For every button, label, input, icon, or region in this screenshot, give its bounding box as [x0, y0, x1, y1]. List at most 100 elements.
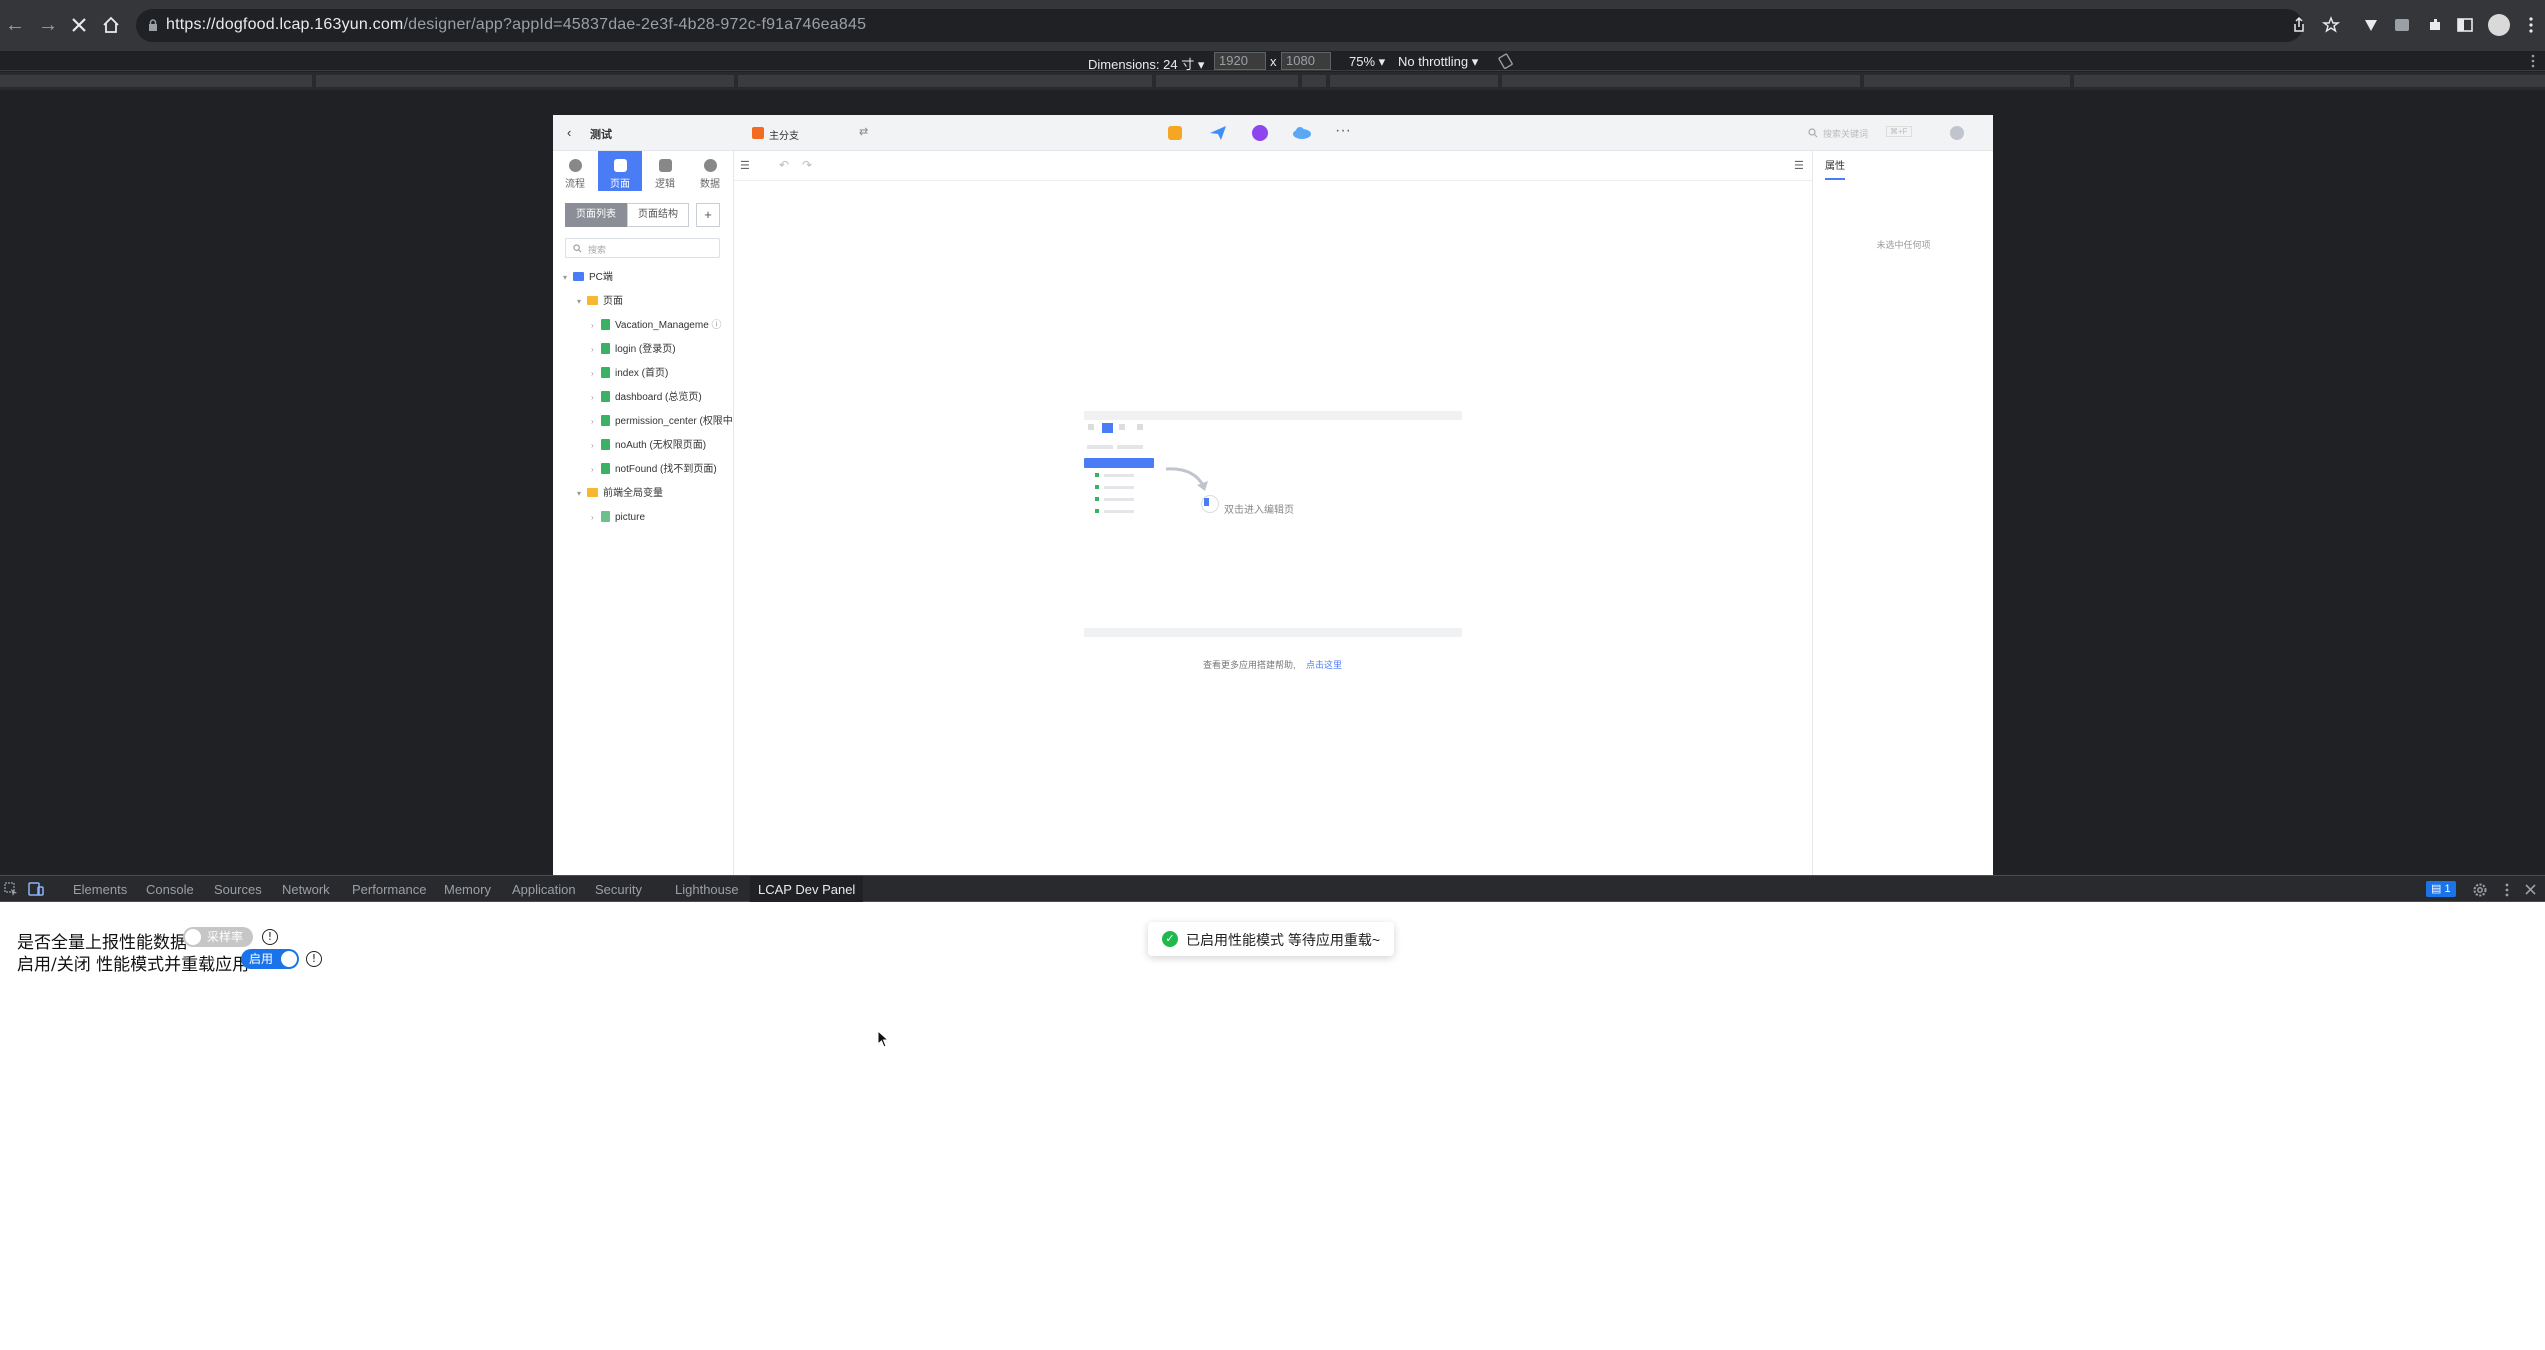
tab-page-structure[interactable]: 页面结构: [627, 203, 689, 227]
ide-sidebar: 流程 页面 逻辑 数据 页面列表 页面结构 + 搜索 ▾ PC端 ▾ 页面 › Vac…: [553, 151, 734, 875]
devtools-tabbar: Elements Console Sources Network Perform…: [0, 875, 2545, 902]
tab-network[interactable]: Network: [282, 882, 330, 897]
illustration-selected-row: [1084, 458, 1154, 468]
viewport-width-input[interactable]: 1920: [1214, 52, 1266, 70]
full-report-toggle[interactable]: 采样率: [183, 927, 253, 947]
canvas-toolbar: ☰ ↶ ↷ ☰: [734, 151, 1812, 181]
help-icon[interactable]: [1950, 126, 1964, 140]
tab-performance[interactable]: Performance: [352, 882, 426, 897]
undo-icon[interactable]: ↶: [779, 158, 789, 172]
tree-node-pc[interactable]: ▾ PC端: [563, 268, 613, 288]
ide-header: ‹ 测试 主分支 ⇄ ··· 搜索关键词 ⌘+F: [553, 115, 1993, 151]
deploy-plane-icon[interactable]: [1209, 125, 1227, 141]
perf-mode-label: 启用/关闭 性能模式并重载应用: [17, 955, 250, 975]
illustration-top-bar: [1084, 411, 1462, 420]
collapse-right-icon[interactable]: ☰: [1794, 159, 1804, 172]
url-text: https://dogfood.lcap.163yun.com/designer…: [166, 16, 867, 33]
bookmark-star-icon[interactable]: [2322, 16, 2340, 34]
tab-memory[interactable]: Memory: [444, 882, 491, 897]
preview-icon[interactable]: [1252, 125, 1268, 141]
tab-elements[interactable]: Elements: [73, 882, 127, 897]
perf-mode-info-icon[interactable]: !: [306, 951, 322, 967]
tree-page-item[interactable]: › index (首页): [591, 364, 668, 384]
profile-avatar[interactable]: [2488, 14, 2510, 36]
throttling-dropdown[interactable]: No throttling ▾: [1398, 54, 1478, 70]
share-icon[interactable]: [2290, 16, 2308, 34]
rotate-icon[interactable]: [1498, 53, 1516, 69]
device-toolbar: Dimensions: 24 寸 ▾ 1920 x 1080 75% ▾ No …: [0, 51, 2545, 73]
switch-branch-icon[interactable]: ⇄: [859, 125, 868, 138]
more-icon[interactable]: ···: [1335, 122, 1351, 140]
cloud-icon[interactable]: [1292, 126, 1312, 140]
help-link[interactable]: 点击这里: [1306, 658, 1342, 671]
nav-tab-process[interactable]: 流程: [553, 151, 597, 191]
add-page-button[interactable]: +: [696, 203, 720, 227]
properties-empty-text: 未选中任何项: [1876, 240, 1931, 250]
viewport-height-input[interactable]: 1080: [1281, 52, 1331, 70]
tree-page-item[interactable]: › Vacation_Manageme ⓘ: [591, 316, 722, 336]
ide-search-input[interactable]: 搜索关键词: [1823, 127, 1868, 140]
home-icon[interactable]: [100, 14, 122, 36]
page-filter-input[interactable]: 搜索: [565, 238, 720, 258]
close-devtools-icon[interactable]: [2524, 883, 2537, 896]
full-report-info-icon[interactable]: !: [262, 929, 278, 945]
branch-selector[interactable]: 主分支: [769, 127, 799, 142]
browser-toolbar: ← → https://dogfood.lcap.163yun.com/desi…: [0, 0, 2545, 51]
nav-tab-pages[interactable]: 页面: [598, 151, 642, 191]
tree-page-item[interactable]: › notFound (找不到页面): [591, 460, 717, 480]
stop-loading-icon[interactable]: [68, 14, 90, 36]
extension-off-icon[interactable]: [2393, 16, 2411, 34]
lock-icon: [149, 19, 157, 31]
extension-v-icon[interactable]: [2362, 16, 2380, 34]
side-panel-icon[interactable]: [2456, 16, 2474, 34]
device-more-icon[interactable]: [2530, 53, 2536, 69]
address-bar[interactable]: https://dogfood.lcap.163yun.com/designer…: [136, 9, 2303, 42]
tree-page-item[interactable]: › login (登录页): [591, 340, 676, 360]
illustration-list: [1095, 473, 1135, 521]
tree-folder-globals[interactable]: ▾ 前端全局变量: [577, 484, 663, 504]
dimensions-dropdown[interactable]: Dimensions: 24 寸 ▾: [1088, 54, 1204, 73]
forward-arrow-icon[interactable]: →: [37, 14, 59, 36]
nav-tab-data[interactable]: 数据: [688, 151, 732, 191]
settings-gear-icon[interactable]: [2472, 882, 2488, 898]
tree-page-item[interactable]: › permission_center (权限中: [591, 412, 733, 432]
back-arrow-icon[interactable]: ←: [4, 14, 26, 36]
browser-menu-icon[interactable]: [2522, 16, 2540, 34]
device-mode-icon[interactable]: [28, 882, 44, 896]
inspect-element-icon[interactable]: [4, 882, 18, 896]
toast-message: 已启用性能模式 等待应用重载~: [1186, 932, 1381, 948]
illustration-bottom-bar: [1084, 628, 1462, 637]
tab-sources[interactable]: Sources: [214, 882, 262, 897]
illustration-arrow-icon: [1165, 467, 1208, 491]
tree-page-item[interactable]: › dashboard (总览页): [591, 388, 702, 408]
illustration-line: [1117, 445, 1143, 449]
issues-badge[interactable]: ▤ 1: [2426, 881, 2456, 897]
zoom-dropdown[interactable]: 75% ▾: [1349, 54, 1385, 70]
extensions-puzzle-icon[interactable]: [2426, 16, 2444, 34]
nav-tab-logic[interactable]: 逻辑: [643, 151, 687, 191]
media-query-bars[interactable]: [0, 72, 2545, 90]
search-icon: [1808, 128, 1818, 138]
collapse-left-icon[interactable]: ☰: [740, 159, 750, 172]
tab-security[interactable]: Security: [595, 882, 642, 897]
times-sign: x: [1270, 54, 1277, 69]
tree-page-item[interactable]: › noAuth (无权限页面): [591, 436, 706, 456]
redo-icon[interactable]: ↷: [802, 158, 812, 172]
devtools-more-icon[interactable]: [2504, 882, 2510, 898]
perf-mode-toggle[interactable]: 启用: [241, 949, 299, 969]
tree-folder-pages[interactable]: ▾ 页面: [577, 292, 623, 312]
project-name: 测试: [590, 129, 612, 141]
publish-icon[interactable]: [1168, 126, 1182, 140]
tab-lcap-dev-panel[interactable]: LCAP Dev Panel: [750, 876, 864, 902]
tab-lighthouse[interactable]: Lighthouse: [675, 882, 739, 897]
tab-page-list[interactable]: 页面列表: [565, 203, 627, 227]
tab-properties[interactable]: 属性: [1825, 157, 1845, 180]
emulated-viewport: ‹ 测试 主分支 ⇄ ··· 搜索关键词 ⌘+F 流程 页面 逻辑 数据 页面列…: [553, 115, 1993, 875]
back-button[interactable]: ‹: [567, 125, 571, 140]
check-circle-icon: ✓: [1162, 931, 1178, 947]
tree-global-item[interactable]: › picture: [591, 508, 645, 528]
illustration-cursor: [1201, 495, 1219, 513]
tab-application[interactable]: Application: [512, 882, 576, 897]
tab-console[interactable]: Console: [146, 882, 194, 897]
canvas-hint-text: 双击进入编辑页: [1224, 505, 1294, 516]
